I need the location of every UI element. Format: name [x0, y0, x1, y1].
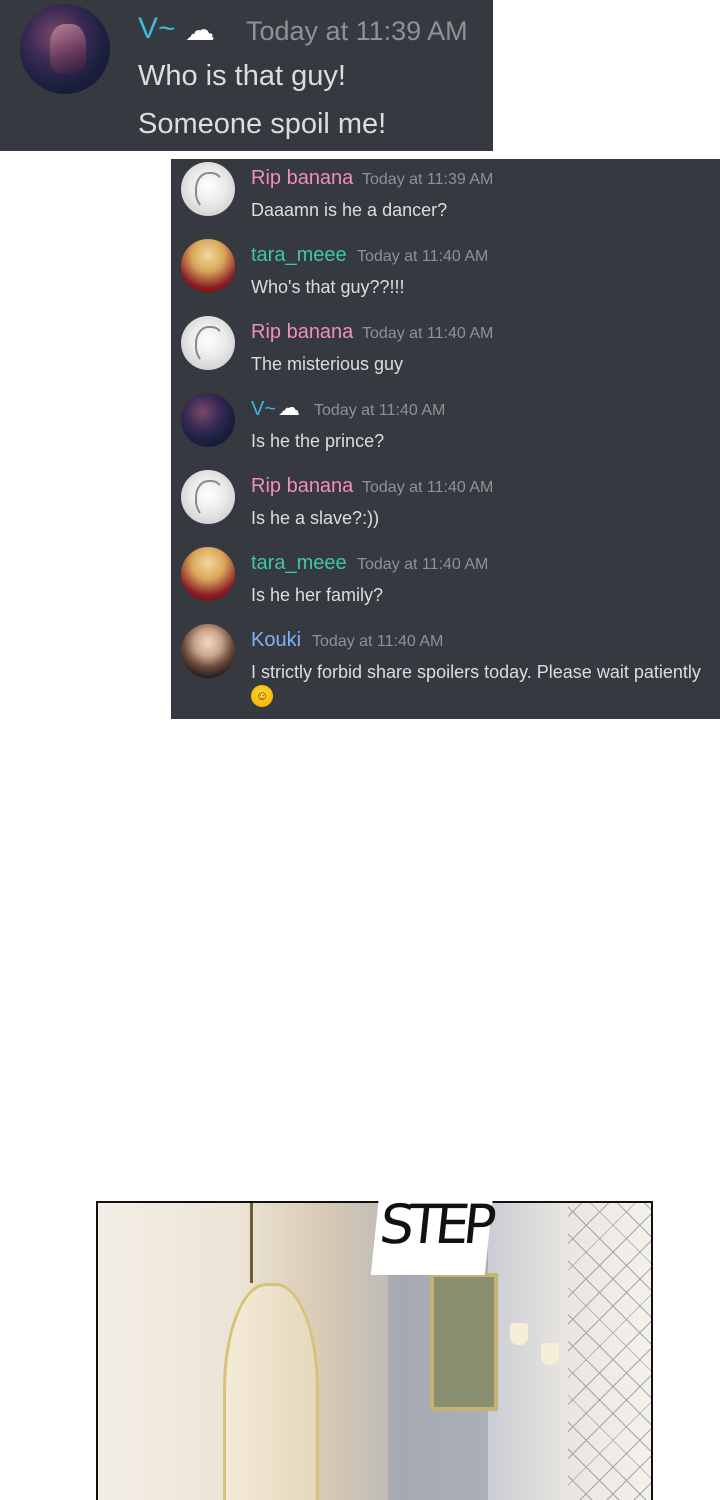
- timestamp: Today at 11:40 AM: [362, 479, 494, 496]
- thought-cloud-icon: ☁: [185, 14, 215, 47]
- message-text: I strictly forbid share spoilers today. …: [251, 662, 701, 682]
- sound-effect-text: STEP: [370, 1175, 496, 1275]
- timestamp: Today at 11:40 AM: [312, 633, 444, 650]
- username[interactable]: V~: [251, 398, 276, 421]
- username[interactable]: tara_meee: [251, 552, 347, 575]
- message-text: Who's that guy??!!!: [251, 277, 405, 297]
- rolling-on-floor-laughing-icon: ☺: [251, 685, 273, 707]
- tara-meee-avatar[interactable]: [181, 239, 235, 293]
- chandelier-chain: [250, 1203, 253, 1283]
- chat-message: Rip banana Today at 11:40 AM Is he a sla…: [171, 467, 720, 544]
- wall-painting: [430, 1273, 498, 1411]
- chat-message: tara_meee Today at 11:40 AM Who's that g…: [171, 236, 720, 313]
- chat-message: tara_meee Today at 11:40 AM Is he her fa…: [171, 544, 720, 621]
- rip-banana-avatar[interactable]: [181, 470, 235, 524]
- username[interactable]: V~: [138, 12, 176, 46]
- tara-meee-avatar[interactable]: [181, 547, 235, 601]
- timestamp: Today at 11:39 AM: [362, 171, 494, 188]
- timestamp: Today at 11:40 AM: [314, 402, 446, 419]
- username[interactable]: Kouki: [251, 629, 301, 652]
- username[interactable]: Rip banana: [251, 167, 353, 190]
- wall-lamp: [510, 1323, 528, 1345]
- rip-banana-avatar[interactable]: [181, 162, 235, 216]
- chat-message: V~ ☁ Today at 11:40 AM Is he the prince?: [171, 390, 720, 467]
- message-text: Is he her family?: [251, 585, 384, 605]
- chat-message: Kouki Today at 11:40 AM I strictly forbi…: [171, 621, 720, 719]
- wall-lamp: [541, 1343, 559, 1365]
- kouki-avatar[interactable]: [181, 624, 235, 678]
- window-lattice: [568, 1203, 651, 1500]
- timestamp: Today at 11:39 AM: [246, 16, 468, 46]
- message-text: Daaamn is he a dancer?: [251, 200, 448, 220]
- message-text: The misterious guy: [251, 354, 404, 374]
- username[interactable]: Rip banana: [251, 475, 353, 498]
- v-avatar[interactable]: [181, 393, 235, 447]
- chandelier: [223, 1283, 319, 1500]
- message-text: Is he a slave?:)): [251, 508, 380, 528]
- username[interactable]: Rip banana: [251, 321, 353, 344]
- v-avatar[interactable]: [20, 4, 110, 94]
- timestamp: Today at 11:40 AM: [357, 248, 489, 265]
- chat-message: Rip banana Today at 11:39 AM Daaamn is h…: [171, 159, 720, 236]
- chat-log: Rip banana Today at 11:39 AM Daaamn is h…: [171, 159, 720, 719]
- message-text: Is he the prince?: [251, 431, 385, 451]
- message-line: Who is that guy!: [138, 60, 346, 92]
- rip-banana-avatar[interactable]: [181, 316, 235, 370]
- message-line: Someone spoil me!: [138, 108, 387, 140]
- chat-message: Rip banana Today at 11:40 AM The misteri…: [171, 313, 720, 390]
- timestamp: Today at 11:40 AM: [362, 325, 494, 342]
- top-chat-message: V~ ☁ Today at 11:39 AM Who is that guy! …: [0, 0, 493, 151]
- timestamp: Today at 11:40 AM: [357, 556, 489, 573]
- thought-cloud-icon: ☁: [278, 395, 300, 420]
- username[interactable]: tara_meee: [251, 244, 347, 267]
